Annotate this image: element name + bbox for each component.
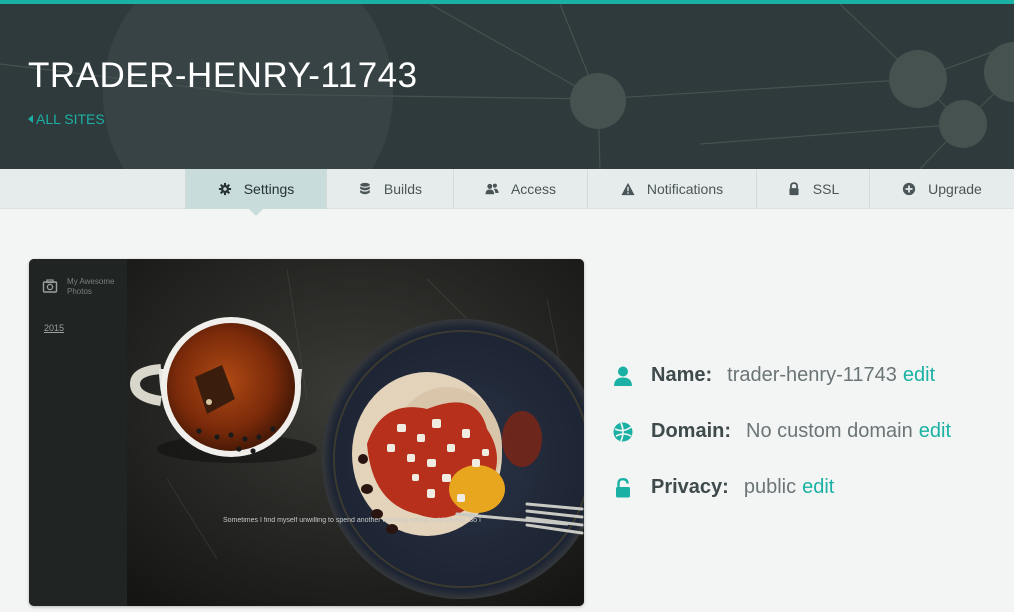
all-sites-link[interactable]: ALL SITES [28, 111, 105, 127]
globe-icon [613, 422, 633, 441]
users-icon [485, 183, 499, 195]
plus-circle-icon [903, 182, 916, 196]
preview-photo [127, 259, 584, 606]
database-icon [360, 182, 370, 195]
name-value: trader-henry-11743 [727, 364, 897, 386]
edit-name-link[interactable]: edit [903, 364, 935, 387]
tab-settings-label: Settings [243, 181, 295, 197]
preview-site-name: My Awesome Photos [67, 277, 115, 296]
site-preview-thumbnail[interactable]: My Awesome Photos 2015 Sometimes I find … [29, 259, 584, 606]
name-label: Name: [651, 364, 713, 386]
edit-privacy-link[interactable]: edit [802, 476, 834, 499]
page-title: TRADER-HENRY-11743 [28, 56, 418, 95]
tab-upgrade-label: Upgrade [928, 181, 982, 197]
gear-icon [218, 182, 231, 196]
domain-row: Domain: No custom domain edit [612, 420, 951, 443]
site-header: TRADER-HENRY-11743 ALL SITES [0, 0, 1014, 169]
tab-access[interactable]: Access [453, 169, 587, 209]
tab-ssl[interactable]: SSL [756, 169, 869, 209]
unlock-icon [616, 477, 630, 497]
tab-builds-label: Builds [383, 181, 423, 197]
edit-domain-link[interactable]: edit [919, 420, 951, 443]
domain-value: No custom domain [746, 420, 913, 442]
tab-ssl-label: SSL [812, 181, 840, 197]
user-icon [614, 366, 632, 386]
domain-label: Domain: [651, 420, 731, 442]
tab-notifications-label: Notifications [646, 181, 724, 197]
warning-icon [621, 182, 635, 196]
preview-sidebar: My Awesome Photos 2015 [29, 259, 127, 606]
tab-notifications[interactable]: Notifications [587, 169, 756, 209]
all-sites-label: ALL SITES [36, 111, 105, 127]
camera-icon [42, 279, 58, 293]
privacy-label: Privacy: [651, 476, 729, 498]
lock-icon [789, 182, 799, 196]
privacy-value: public [743, 476, 797, 498]
tab-upgrade[interactable]: Upgrade [869, 169, 1014, 209]
tab-settings[interactable]: Settings [185, 169, 326, 216]
name-row: Name: trader-henry-11743 edit [612, 364, 935, 387]
caret-left-icon [28, 115, 33, 123]
tab-builds[interactable]: Builds [326, 169, 453, 209]
tab-access-label: Access [510, 181, 557, 197]
preview-caption: Sometimes I find myself unwilling to spe… [223, 517, 483, 524]
settings-tab-bar: Settings Builds Access Notifications SSL… [0, 169, 1014, 216]
preview-year-link: 2015 [44, 323, 65, 333]
privacy-row: Privacy: public edit [612, 476, 834, 499]
